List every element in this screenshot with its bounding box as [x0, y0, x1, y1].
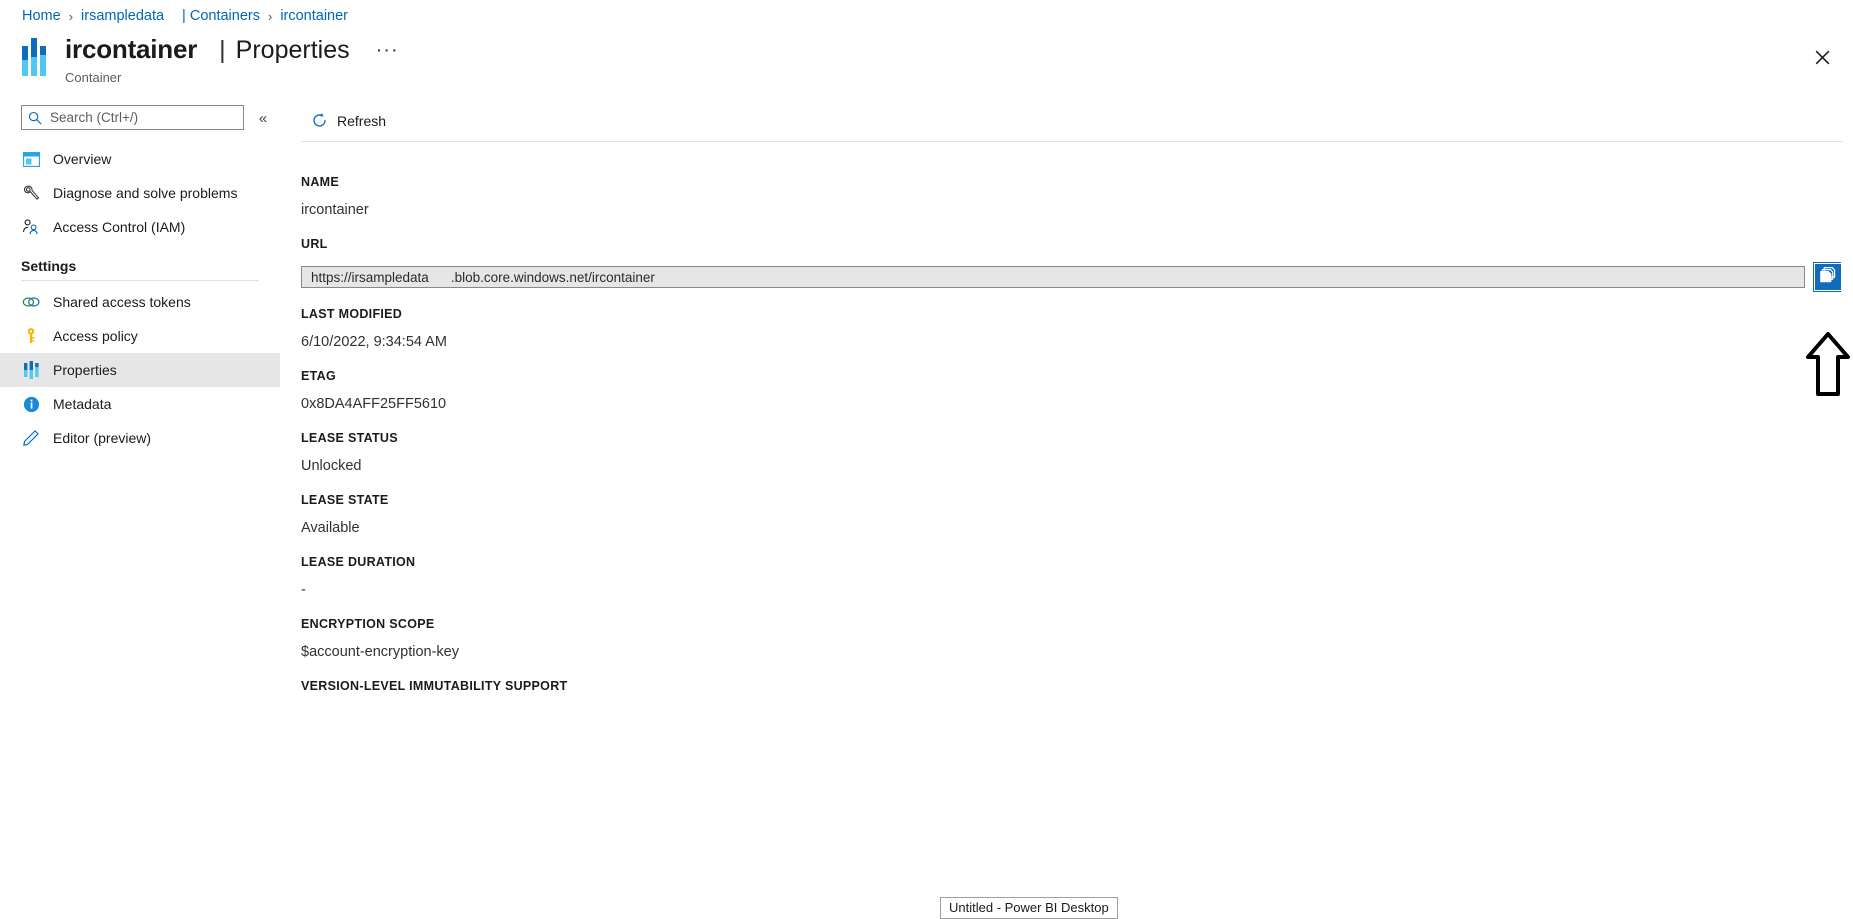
pencil-icon: [21, 428, 41, 448]
url-suffix: .blob.core.windows.net/ircontainer: [450, 269, 655, 285]
sidebar-divider: [21, 280, 259, 281]
property-label: ETAG: [301, 369, 336, 383]
access-control-icon: [21, 217, 41, 237]
property-value: Available: [301, 520, 360, 536]
sidebar-nav: Overview Diagnose and solve problems Acc…: [0, 142, 280, 455]
property-version-level-immutability-support: VERSION-LEVEL IMMUTABILITY SUPPORT: [301, 679, 1841, 693]
search-box[interactable]: [21, 105, 244, 130]
property-label: LEASE STATE: [301, 493, 389, 507]
title-separator: |: [219, 36, 226, 64]
page-subtitle: Container: [65, 70, 122, 85]
property-value: -: [301, 582, 306, 598]
property-encryption-scope: ENCRYPTION SCOPE $account-encryption-key: [301, 617, 1841, 660]
refresh-button[interactable]: Refresh: [301, 105, 396, 137]
refresh-icon: [311, 112, 328, 129]
property-value: Unlocked: [301, 458, 362, 474]
sidebar-item-label: Access Control (IAM): [53, 219, 186, 235]
command-bar: Refresh: [280, 100, 1853, 141]
sidebar: « Overview Diagnose and: [0, 100, 280, 919]
container-icon: [22, 38, 52, 76]
key-icon: [21, 326, 41, 346]
property-last-modified: LAST MODIFIED 6/10/2022, 9:34:54 AM: [301, 307, 1841, 350]
property-etag: ETAG 0x8DA4AFF25FF5610: [301, 369, 1841, 412]
sidebar-item-shared-access-tokens[interactable]: Shared access tokens: [0, 285, 280, 319]
refresh-button-label: Refresh: [337, 112, 387, 129]
property-lease-duration: LEASE DURATION -: [301, 555, 1841, 598]
sidebar-item-diagnose-and-solve-problems[interactable]: Diagnose and solve problems: [0, 176, 280, 210]
sidebar-item-label: Editor (preview): [53, 430, 152, 446]
property-value: ircontainer: [301, 202, 369, 218]
breadcrumb-separator: ›: [68, 8, 74, 24]
overview-icon: [21, 149, 41, 169]
property-value: 0x8DA4AFF25FF5610: [301, 396, 447, 412]
sidebar-item-metadata[interactable]: Metadata: [0, 387, 280, 421]
property-label: LEASE STATUS: [301, 431, 398, 445]
copy-icon: [1819, 266, 1837, 289]
search-icon: [28, 111, 42, 125]
properties-list: NAME ircontainer URL https://irsampledat…: [301, 158, 1841, 919]
property-lease-state: LEASE STATE Available: [301, 493, 1841, 536]
page-title: ircontainer: [65, 34, 198, 64]
sidebar-item-overview[interactable]: Overview: [0, 142, 280, 176]
property-value: $account-encryption-key: [301, 644, 459, 660]
property-label: LAST MODIFIED: [301, 307, 403, 321]
info-icon: [21, 394, 41, 414]
breadcrumb-separator-2: ›: [267, 8, 273, 24]
taskbar-tooltip: Untitled - Power BI Desktop: [940, 897, 1118, 919]
property-label: LEASE DURATION: [301, 555, 416, 569]
property-lease-status: LEASE STATUS Unlocked: [301, 431, 1841, 474]
property-label: URL: [301, 237, 328, 251]
container-bars-icon: [21, 360, 41, 380]
sidebar-item-label: Overview: [53, 151, 112, 167]
sidebar-item-properties[interactable]: Properties: [0, 353, 280, 387]
sidebar-item-access-control-iam[interactable]: Access Control (IAM): [0, 210, 280, 244]
sidebar-item-label: Properties: [53, 362, 117, 378]
sidebar-item-editor-preview[interactable]: Editor (preview): [0, 421, 280, 455]
wrench-icon: [21, 183, 41, 203]
url-input[interactable]: https://irsampledata .blob.core.windows.…: [301, 266, 1805, 288]
main-content: Refresh NAME ircontainer URL https://irs…: [280, 100, 1853, 919]
property-label: NAME: [301, 175, 340, 189]
sidebar-item-label: Shared access tokens: [53, 294, 191, 310]
property-name: NAME ircontainer: [301, 175, 1841, 218]
sidebar-group-settings: Settings: [21, 258, 77, 274]
property-url: URL https://irsampledata .blob.core.wind…: [301, 237, 1841, 292]
copy-to-clipboard-button[interactable]: [1813, 262, 1841, 292]
breadcrumb-item-home[interactable]: Home: [22, 8, 61, 24]
link-chain-icon: [21, 292, 41, 312]
search-input[interactable]: [48, 109, 237, 126]
sidebar-item-label: Access policy: [53, 328, 138, 344]
breadcrumb-item-containers[interactable]: | Containers: [182, 8, 260, 24]
sidebar-item-label: Diagnose and solve problems: [53, 185, 238, 201]
url-row: https://irsampledata .blob.core.windows.…: [301, 262, 1841, 292]
sidebar-item-access-policy[interactable]: Access policy: [0, 319, 280, 353]
breadcrumb-item-irsampledata[interactable]: irsampledata: [81, 8, 164, 24]
breadcrumb: Home › irsampledata | Containers › ircon…: [22, 8, 348, 24]
close-icon[interactable]: [1806, 41, 1838, 73]
property-value: 6/10/2022, 9:34:54 AM: [301, 334, 447, 350]
collapse-sidebar-button[interactable]: «: [253, 108, 273, 128]
property-label: VERSION-LEVEL IMMUTABILITY SUPPORT: [301, 679, 568, 693]
page-section-title: Properties: [235, 36, 350, 64]
property-label: ENCRYPTION SCOPE: [301, 617, 435, 631]
url-prefix: https://irsampledata: [311, 269, 429, 285]
azure-portal-blade: Home › irsampledata | Containers › ircon…: [0, 0, 1853, 919]
breadcrumb-item-ircontainer[interactable]: ircontainer: [280, 8, 348, 24]
sidebar-item-label: Metadata: [53, 396, 112, 412]
command-bar-divider: [301, 141, 1843, 142]
more-options-button[interactable]: ···: [376, 37, 399, 63]
